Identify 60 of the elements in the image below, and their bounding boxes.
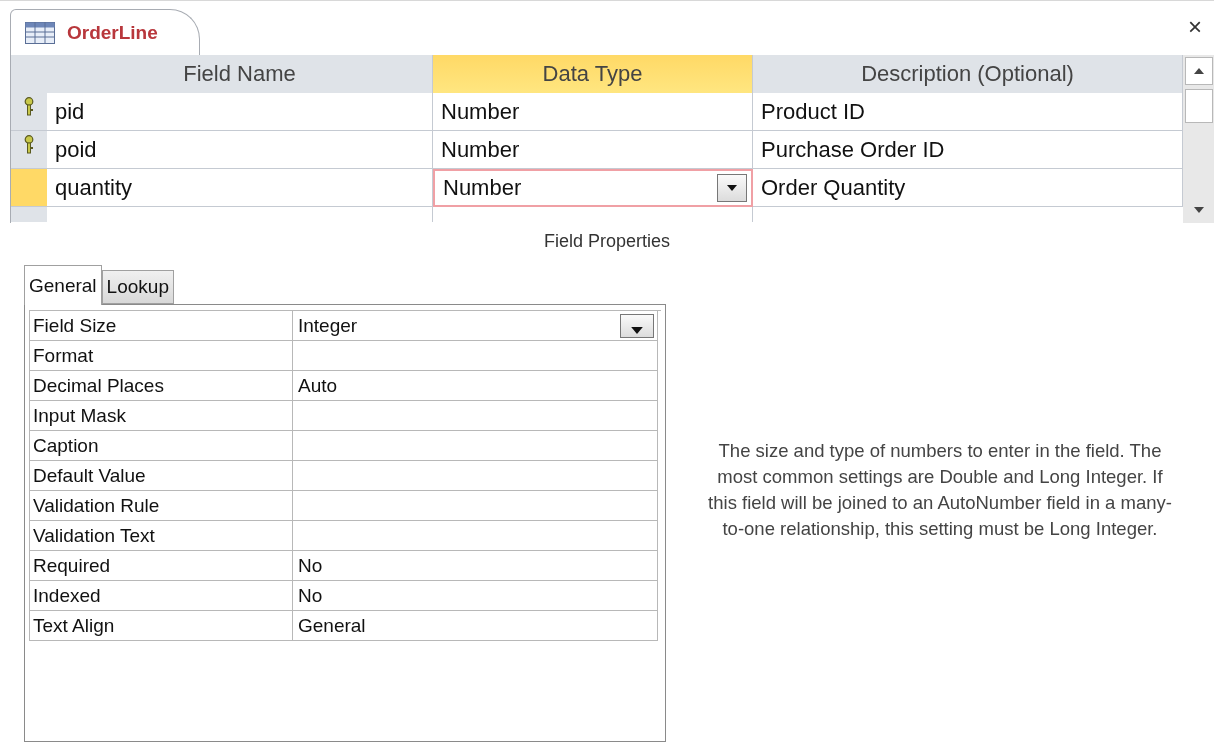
description-cell: Purchase Order ID: [753, 131, 1183, 169]
section-title: Field Properties: [543, 231, 671, 252]
row-selector[interactable]: [11, 93, 47, 131]
caret-icon: [631, 326, 643, 334]
caret-icon: [727, 185, 737, 191]
data-type-text: Number: [441, 98, 520, 125]
property-name: Decimal Places: [30, 371, 293, 401]
dropdown-button[interactable]: [717, 174, 747, 202]
property-name: Input Mask: [30, 401, 293, 431]
property-name: Validation Text: [30, 521, 293, 551]
scrollbar[interactable]: [1183, 55, 1214, 223]
property-value[interactable]: Integer: [293, 311, 658, 341]
down-arrow-icon: [1193, 207, 1204, 213]
property-name: Default Value: [30, 461, 293, 491]
data-type-text: Number: [441, 136, 520, 163]
property-name: Format: [30, 341, 293, 371]
property-value[interactable]: General: [293, 611, 658, 641]
property-value[interactable]: No: [293, 551, 658, 581]
property-name: Text Align: [30, 611, 293, 641]
property-value[interactable]: [293, 521, 658, 551]
scrollbar-thumb[interactable]: [1184, 89, 1213, 123]
property-value-text: Integer: [298, 314, 358, 337]
property-value-text: Auto: [298, 374, 338, 397]
property-value[interactable]: Auto: [293, 371, 658, 401]
data-type-text: Number: [443, 175, 522, 201]
field-name-cell: poid: [47, 131, 433, 169]
property-name: Validation Rule: [30, 491, 293, 521]
property-name: Caption: [30, 431, 293, 461]
property-tab[interactable]: Lookup: [101, 270, 174, 304]
property-value-text: General: [298, 614, 366, 637]
property-value-text: No: [298, 584, 323, 607]
key-icon: [24, 135, 34, 155]
data-type-cell[interactable]: Number: [433, 169, 753, 207]
table-icon: [25, 21, 55, 44]
field-name-cell: pid: [47, 93, 433, 131]
scroll-up-button[interactable]: [1184, 57, 1213, 85]
dropdown-button[interactable]: [620, 313, 654, 338]
property-value[interactable]: No: [293, 581, 658, 611]
column-header[interactable]: Description (Optional): [753, 55, 1183, 93]
close-button[interactable]: ×: [1176, 13, 1214, 41]
data-type-cell[interactable]: Number: [433, 93, 753, 131]
property-name: Required: [30, 551, 293, 581]
up-arrow-icon: [1193, 68, 1204, 74]
column-header[interactable]: Data Type: [433, 55, 753, 93]
help-text: The size and type of numbers to enter in the field. The most common settings are Double and Long Integer. If this field will be joined to an AutoNumber field in a many-to-one relationship, this setting must be Long Integer.: [707, 439, 1173, 541]
property-value[interactable]: [293, 431, 658, 461]
key-icon: [24, 97, 34, 117]
document-tab[interactable]: OrderLine: [10, 9, 200, 55]
property-value[interactable]: [293, 401, 658, 431]
property-value[interactable]: [293, 461, 658, 491]
row-selector[interactable]: [11, 131, 47, 169]
document-title: OrderLine: [67, 21, 158, 44]
property-value-text: No: [298, 554, 323, 577]
property-tab[interactable]: General: [24, 265, 102, 305]
property-name: Indexed: [30, 581, 293, 611]
data-type-cell[interactable]: Number: [433, 131, 753, 169]
property-name: Field Size: [30, 311, 293, 341]
property-value[interactable]: [293, 491, 658, 521]
column-header[interactable]: Field Name: [47, 55, 433, 93]
description-cell: Product ID: [753, 93, 1183, 131]
